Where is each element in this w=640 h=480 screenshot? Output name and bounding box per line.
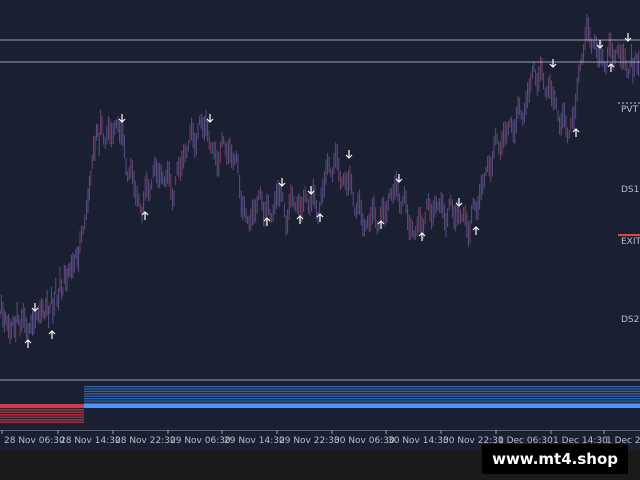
time-axis-label: 28 Nov 22:30 bbox=[115, 436, 176, 446]
ds1-label: DS1 bbox=[621, 185, 639, 195]
indicator-histogram-red bbox=[0, 404, 84, 424]
sell-arrow-icon bbox=[549, 59, 557, 68]
time-axis-label: 29 Nov 06:30 bbox=[170, 436, 231, 446]
chart-window[interactable]: PVT DS1 EXIT DS2 28 Nov 06:30 28 Nov 14:3… bbox=[0, 0, 640, 480]
time-axis-label: 28 Nov 14:30 bbox=[60, 436, 121, 446]
price-candles bbox=[0, 14, 640, 345]
sell-arrow-icon bbox=[345, 150, 353, 159]
time-axis-label: 30 Nov 06:30 bbox=[334, 436, 395, 446]
indicator-histogram-blue bbox=[84, 386, 640, 408]
buy-arrow-icon bbox=[48, 330, 56, 339]
sell-arrow-icon bbox=[118, 114, 126, 123]
buy-arrow-icon bbox=[607, 63, 615, 72]
time-axis-label: 29 Nov 22:30 bbox=[279, 436, 340, 446]
exit-label: EXIT bbox=[621, 237, 640, 247]
time-axis-label: 28 Nov 06:30 bbox=[4, 436, 65, 446]
buy-arrow-icon bbox=[472, 226, 480, 235]
buy-arrow-icon bbox=[141, 211, 149, 220]
indicator-pane[interactable] bbox=[0, 382, 640, 428]
price-chart-pane[interactable]: PVT DS1 EXIT DS2 bbox=[0, 0, 640, 379]
buy-arrow-icon bbox=[24, 339, 32, 348]
time-axis-label: 30 Nov 14:30 bbox=[388, 436, 449, 446]
time-axis-label: 29 Nov 14:30 bbox=[224, 436, 285, 446]
watermark: www.mt4.shop bbox=[482, 444, 628, 474]
pvt-label: PVT bbox=[621, 105, 639, 115]
sell-arrow-icon bbox=[31, 303, 39, 312]
ds2-label: DS2 bbox=[621, 315, 639, 325]
